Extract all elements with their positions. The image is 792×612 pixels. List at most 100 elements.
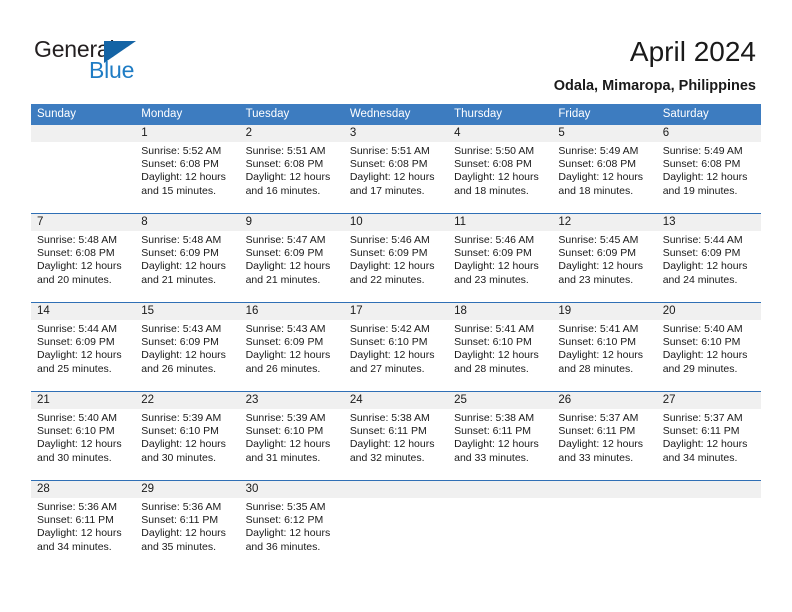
calendar-day-cell[interactable]: 29 Sunrise: 5:36 AM Sunset: 6:11 PM Dayligh… [135, 480, 240, 569]
sunset-time: Sunset: 6:09 PM [37, 336, 115, 349]
day-number: 6 [656, 125, 761, 142]
day-cell-content: 19 Sunrise: 5:41 AM Sunset: 6:10 PM Dayligh… [552, 303, 657, 391]
day-details [657, 498, 761, 501]
sunset-time: Sunset: 6:10 PM [349, 336, 428, 349]
sunrise-time: Sunrise: 5:40 AM [662, 323, 743, 335]
daylight-duration-line1: Daylight: 12 hours [662, 438, 748, 451]
calendar-day-cell[interactable]: 8 Sunrise: 5:48 AM Sunset: 6:09 PM Daylight… [135, 213, 240, 303]
sunrise-time: Sunrise: 5:47 AM [245, 234, 326, 246]
calendar-day-cell[interactable]: 18 Sunrise: 5:41 AM Sunset: 6:10 PM Dayligh… [448, 302, 553, 392]
day-cell-content: 16 Sunrise: 5:43 AM Sunset: 6:09 PM Dayligh… [239, 303, 344, 391]
daylight-duration-line2: and 30 minutes. [141, 451, 216, 464]
day-cell-content [448, 481, 553, 569]
sunset-time: Sunset: 6:08 PM [37, 247, 115, 260]
daylight-duration-line2: and 23 minutes. [454, 273, 529, 286]
calendar-day-cell[interactable]: 30 Sunrise: 5:35 AM Sunset: 6:12 PM Dayligh… [239, 480, 344, 569]
sunset-time: Sunset: 6:10 PM [454, 336, 532, 349]
day-number: 23 [239, 392, 344, 409]
sunrise-time: Sunrise: 5:51 AM [349, 145, 430, 157]
calendar-day-cell[interactable]: 19 Sunrise: 5:41 AM Sunset: 6:10 PM Dayligh… [552, 302, 657, 392]
daylight-duration-line2: and 22 minutes. [349, 273, 425, 286]
day-details: Sunrise: 5:47 AM Sunset: 6:09 PM Daylight:… [240, 231, 344, 287]
calendar-day-cell[interactable]: 9 Sunrise: 5:47 AM Sunset: 6:09 PM Daylight… [239, 213, 344, 303]
calendar-day-cell[interactable]: 12 Sunrise: 5:45 AM Sunset: 6:09 PM Dayligh… [552, 213, 657, 303]
day-details [552, 498, 656, 501]
calendar-day-cell[interactable]: 17 Sunrise: 5:42 AM Sunset: 6:10 PM Dayligh… [343, 302, 449, 392]
sunrise-time: Sunrise: 5:43 AM [141, 323, 222, 335]
day-cell-content: 30 Sunrise: 5:35 AM Sunset: 6:12 PM Dayligh… [239, 481, 344, 569]
day-details: Sunrise: 5:40 AM Sunset: 6:10 PM Daylight:… [31, 409, 135, 465]
sunrise-time: Sunrise: 5:37 AM [558, 412, 639, 424]
calendar-day-cell[interactable]: 20 Sunrise: 5:40 AM Sunset: 6:10 PM Dayligh… [656, 302, 761, 392]
day-details [31, 142, 135, 145]
sunset-time: Sunset: 6:08 PM [349, 158, 428, 171]
calendar-day-cell[interactable]: 25 Sunrise: 5:38 AM Sunset: 6:11 PM Dayligh… [448, 391, 553, 481]
day-cell-content: 3 Sunrise: 5:51 AM Sunset: 6:08 PM Daylight… [343, 125, 449, 213]
sunset-time: Sunset: 6:09 PM [662, 247, 741, 260]
calendar-day-cell[interactable]: 15 Sunrise: 5:43 AM Sunset: 6:09 PM Dayligh… [135, 302, 240, 392]
calendar-day-cell[interactable]: 2 Sunrise: 5:51 AM Sunset: 6:08 PM Daylight… [239, 125, 344, 214]
daylight-duration-line2: and 29 minutes. [662, 362, 738, 375]
sunrise-time: Sunrise: 5:42 AM [349, 323, 430, 335]
calendar-week-row: 7 Sunrise: 5:48 AM Sunset: 6:08 PM Daylight… [31, 213, 761, 303]
day-cell-content: 26 Sunrise: 5:37 AM Sunset: 6:11 PM Dayligh… [552, 392, 657, 480]
sunset-time: Sunset: 6:09 PM [141, 336, 219, 349]
daylight-duration-line1: Daylight: 12 hours [349, 171, 435, 184]
calendar-day-cell[interactable]: 5 Sunrise: 5:49 AM Sunset: 6:08 PM Daylight… [552, 125, 657, 214]
daylight-duration-line2: and 25 minutes. [37, 362, 112, 375]
day-cell-content: 23 Sunrise: 5:39 AM Sunset: 6:10 PM Dayligh… [239, 392, 344, 480]
sunset-time: Sunset: 6:10 PM [245, 425, 324, 438]
sunrise-time: Sunrise: 5:48 AM [141, 234, 222, 246]
daylight-duration-line2: and 31 minutes. [245, 451, 321, 464]
day-cell-content: 8 Sunrise: 5:48 AM Sunset: 6:09 PM Daylight… [135, 214, 240, 302]
calendar-day-cell[interactable]: 6 Sunrise: 5:49 AM Sunset: 6:08 PM Daylight… [656, 125, 761, 214]
calendar-day-cell [552, 480, 657, 569]
calendar-day-cell[interactable]: 4 Sunrise: 5:50 AM Sunset: 6:08 PM Daylight… [448, 125, 553, 214]
sunrise-time: Sunrise: 5:49 AM [558, 145, 639, 157]
day-cell-content: 15 Sunrise: 5:43 AM Sunset: 6:09 PM Dayligh… [135, 303, 240, 391]
daylight-duration-line1: Daylight: 12 hours [37, 349, 122, 362]
daylight-duration-line1: Daylight: 12 hours [558, 260, 644, 273]
daylight-duration-line1: Daylight: 12 hours [141, 438, 226, 451]
calendar-week-row: 1 Sunrise: 5:52 AM Sunset: 6:08 PM Daylight… [31, 125, 761, 214]
calendar-day-cell[interactable]: 3 Sunrise: 5:51 AM Sunset: 6:08 PM Daylight… [343, 125, 449, 214]
calendar-day-cell[interactable]: 7 Sunrise: 5:48 AM Sunset: 6:08 PM Daylight… [31, 213, 136, 303]
calendar-day-cell[interactable]: 26 Sunrise: 5:37 AM Sunset: 6:11 PM Dayligh… [552, 391, 657, 481]
day-number: 19 [552, 303, 657, 320]
calendar-day-cell[interactable]: 22 Sunrise: 5:39 AM Sunset: 6:10 PM Dayligh… [135, 391, 240, 481]
day-details [344, 498, 448, 501]
day-details: Sunrise: 5:46 AM Sunset: 6:09 PM Daylight:… [344, 231, 448, 287]
calendar-day-cell[interactable]: 28 Sunrise: 5:36 AM Sunset: 6:11 PM Dayligh… [31, 480, 136, 569]
sunrise-time: Sunrise: 5:39 AM [245, 412, 326, 424]
calendar-day-cell[interactable]: 13 Sunrise: 5:44 AM Sunset: 6:09 PM Dayligh… [656, 213, 761, 303]
daylight-duration-line1: Daylight: 12 hours [349, 438, 435, 451]
sunset-time: Sunset: 6:08 PM [141, 158, 219, 171]
calendar-day-cell[interactable]: 10 Sunrise: 5:46 AM Sunset: 6:09 PM Dayligh… [343, 213, 449, 303]
day-details [448, 498, 552, 501]
day-cell-content: 5 Sunrise: 5:49 AM Sunset: 6:08 PM Daylight… [552, 125, 657, 213]
sunset-time: Sunset: 6:11 PM [558, 425, 636, 438]
day-cell-content: 14 Sunrise: 5:44 AM Sunset: 6:09 PM Dayligh… [31, 303, 136, 391]
weekday-header-wednesday: Wednesday [343, 104, 449, 125]
calendar-day-cell[interactable]: 27 Sunrise: 5:37 AM Sunset: 6:11 PM Dayligh… [656, 391, 761, 481]
calendar-day-cell[interactable]: 1 Sunrise: 5:52 AM Sunset: 6:08 PM Daylight… [135, 125, 240, 214]
calendar-day-cell[interactable]: 14 Sunrise: 5:44 AM Sunset: 6:09 PM Dayligh… [31, 302, 136, 392]
sunrise-time: Sunrise: 5:44 AM [662, 234, 743, 246]
calendar-day-cell[interactable]: 16 Sunrise: 5:43 AM Sunset: 6:09 PM Dayligh… [239, 302, 344, 392]
day-details: Sunrise: 5:49 AM Sunset: 6:08 PM Daylight:… [657, 142, 761, 198]
daylight-duration-line2: and 23 minutes. [558, 273, 634, 286]
calendar-day-cell[interactable]: 11 Sunrise: 5:46 AM Sunset: 6:09 PM Dayligh… [448, 213, 553, 303]
day-number: 3 [343, 125, 449, 142]
calendar-day-cell[interactable]: 23 Sunrise: 5:39 AM Sunset: 6:10 PM Dayligh… [239, 391, 344, 481]
daylight-duration-line1: Daylight: 12 hours [37, 260, 122, 273]
day-details: Sunrise: 5:44 AM Sunset: 6:09 PM Daylight:… [31, 320, 135, 376]
daylight-duration-line2: and 24 minutes. [662, 273, 738, 286]
sunset-time: Sunset: 6:09 PM [141, 247, 219, 260]
day-number: 13 [656, 214, 761, 231]
calendar-day-cell[interactable]: 24 Sunrise: 5:38 AM Sunset: 6:11 PM Dayligh… [343, 391, 449, 481]
calendar-week-row: 21 Sunrise: 5:40 AM Sunset: 6:10 PM Dayligh… [31, 391, 761, 481]
calendar-day-cell[interactable]: 21 Sunrise: 5:40 AM Sunset: 6:10 PM Dayligh… [31, 391, 136, 481]
day-details: Sunrise: 5:44 AM Sunset: 6:09 PM Daylight:… [657, 231, 761, 287]
day-cell-content: 28 Sunrise: 5:36 AM Sunset: 6:11 PM Dayligh… [31, 481, 136, 569]
day-number [552, 481, 657, 498]
